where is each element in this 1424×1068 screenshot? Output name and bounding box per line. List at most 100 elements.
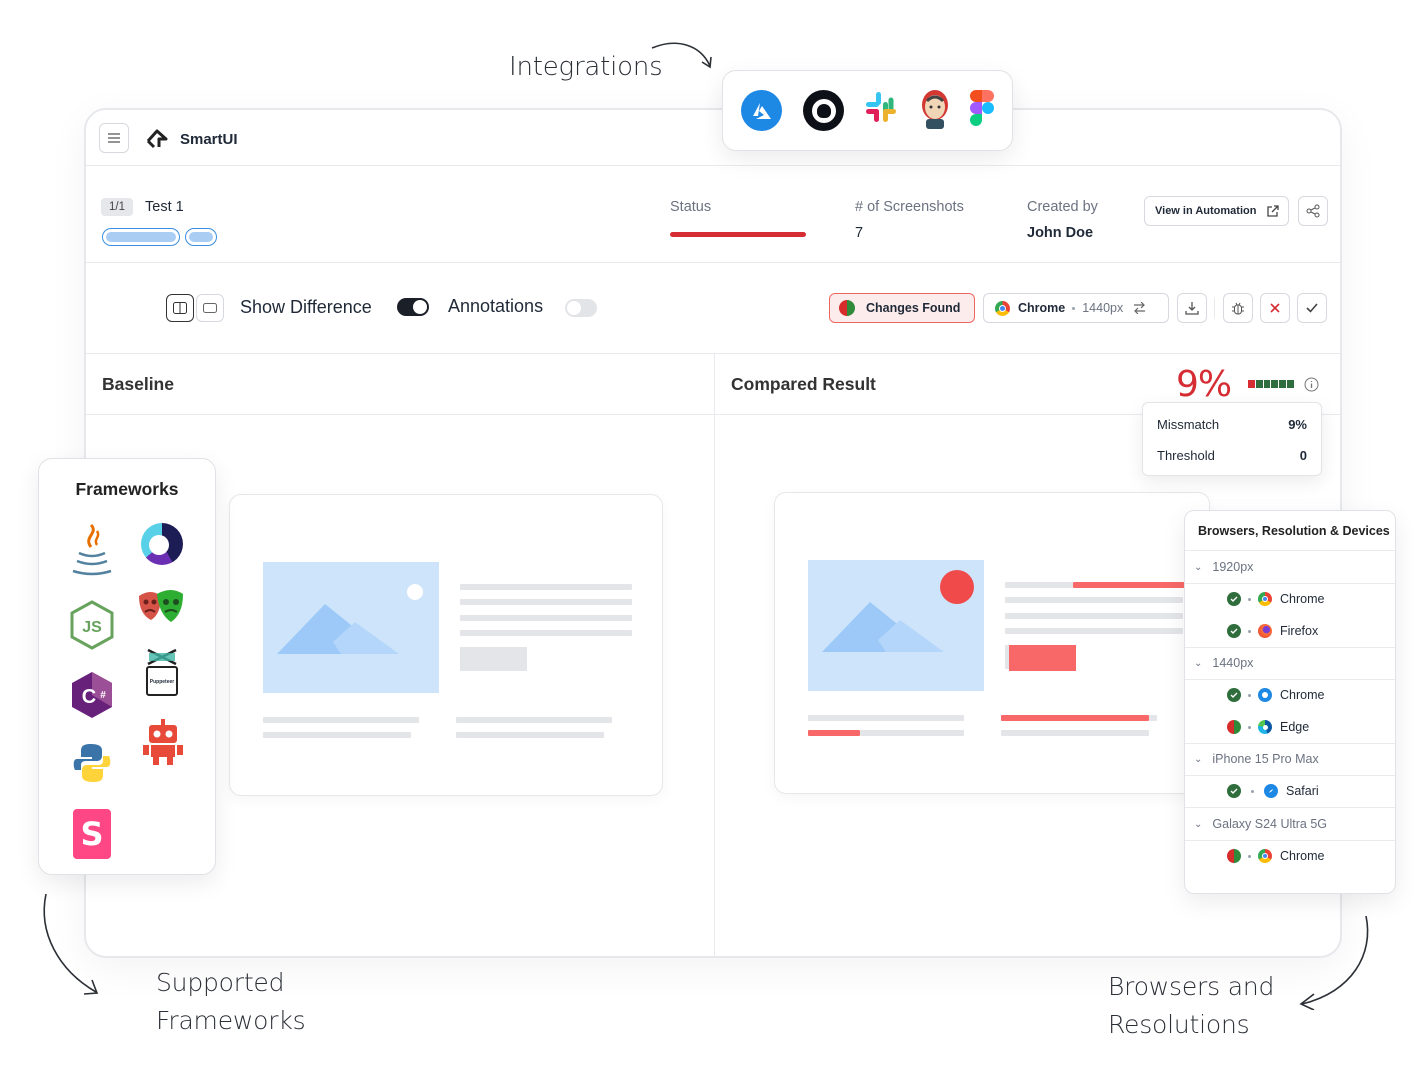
cypress-icon	[141, 523, 183, 565]
changes-found-label: Changes Found	[866, 301, 961, 315]
show-difference-label: Show Difference	[240, 297, 372, 317]
group-galaxy[interactable]: ⌄ Galaxy S24 Ultra 5G	[1185, 808, 1395, 840]
info-divider	[86, 262, 1340, 263]
browser-selector[interactable]: Chrome 1440px	[983, 293, 1169, 323]
robot-framework-icon	[143, 719, 183, 765]
frameworks-panel: Frameworks JS C # Puppeteer S	[38, 458, 216, 875]
nodejs-icon: JS	[70, 600, 114, 650]
mismatch-value: 9%	[1288, 417, 1307, 432]
browser-row[interactable]: Firefox	[1185, 615, 1395, 647]
edge-icon	[1258, 720, 1272, 734]
mismatch-tooltip: Missmatch 9% Threshold 0	[1142, 402, 1322, 476]
browser-label: Chrome	[1018, 301, 1066, 315]
group-1440px[interactable]: ⌄ 1440px	[1185, 647, 1395, 679]
browsers-panel: Browsers, Resolution & Devices ⌄ 1920px C…	[1184, 510, 1396, 894]
browser-row[interactable]: Chrome	[1185, 583, 1395, 615]
browser-row[interactable]: Chrome	[1185, 679, 1395, 711]
frameworks-title: Frameworks	[75, 479, 179, 499]
mismatch-bar	[1248, 380, 1294, 388]
app-name: SmartUI	[180, 131, 238, 148]
split-view-icon	[173, 302, 187, 314]
view-in-automation-label: View in Automation	[1155, 205, 1257, 217]
storybook-icon: S	[73, 809, 111, 859]
group-iphone[interactable]: ⌄ iPhone 15 Pro Max	[1185, 743, 1395, 775]
java-icon	[72, 523, 112, 576]
compared-screenshot	[774, 492, 1210, 794]
mismatch-percentage: 9%	[1176, 364, 1232, 405]
close-icon	[1270, 303, 1280, 313]
image-placeholder	[263, 562, 439, 693]
toolbar-divider-line	[86, 353, 1340, 354]
python-icon	[73, 744, 111, 782]
chrome-icon	[1258, 688, 1272, 702]
browser-row[interactable]: Chrome	[1185, 840, 1395, 872]
test-name: Test 1	[145, 199, 184, 215]
changed-status-icon	[839, 300, 855, 316]
integrations-annotation: Integrations	[509, 52, 663, 82]
github-icon	[803, 90, 844, 131]
annotations-toggle[interactable]	[565, 299, 597, 317]
baseline-screenshot	[229, 494, 663, 796]
smartui-window: SmartUI 1/1 Test 1 Status # of Screensho…	[84, 108, 1342, 958]
info-icon[interactable]	[1304, 377, 1319, 392]
browsers-arrow	[1299, 915, 1369, 1010]
svg-text:JS: JS	[82, 619, 102, 636]
hamburger-icon	[108, 133, 120, 143]
check-icon	[1306, 303, 1318, 313]
external-link-icon	[1267, 204, 1280, 217]
menu-button[interactable]	[99, 123, 129, 153]
browsers-annotation-line1: Browsers and	[1108, 972, 1275, 1001]
browser-row[interactable]: Safari	[1185, 775, 1395, 807]
puppeteer-label: Puppeteer	[149, 679, 175, 685]
approve-button[interactable]	[1297, 293, 1327, 323]
threshold-label: Threshold	[1157, 448, 1215, 463]
report-bug-button[interactable]	[1223, 293, 1253, 323]
changed-status-icon	[1227, 849, 1241, 863]
pass-status-icon	[1227, 688, 1241, 702]
svg-text:#: #	[100, 690, 106, 701]
changes-found-badge: Changes Found	[829, 293, 975, 323]
csharp-icon: C #	[72, 672, 112, 718]
browsers-panel-title: Browsers, Resolution & Devices	[1198, 524, 1390, 538]
browsers-annotation-line2: Resolutions	[1108, 1010, 1250, 1039]
single-view-button[interactable]	[196, 294, 224, 322]
svg-text:C: C	[82, 686, 96, 708]
split-view-button[interactable]	[166, 294, 194, 322]
azure-devops-icon	[741, 90, 782, 131]
figma-icon	[970, 90, 994, 126]
chrome-icon	[1258, 592, 1272, 606]
status-label: Status	[670, 199, 712, 215]
integrations-panel	[722, 70, 1013, 151]
changed-status-icon	[1227, 720, 1241, 734]
smartui-logo-icon	[146, 129, 168, 149]
tag-pill	[185, 228, 217, 246]
view-in-automation-button[interactable]: View in Automation	[1144, 196, 1289, 226]
pass-status-icon	[1227, 592, 1241, 606]
share-button[interactable]	[1298, 196, 1328, 226]
single-view-icon	[203, 303, 217, 313]
view-mode-toggle	[166, 294, 224, 322]
jenkins-icon	[918, 87, 952, 131]
download-button[interactable]	[1177, 293, 1207, 323]
group-1920px[interactable]: ⌄ 1920px	[1185, 551, 1395, 583]
mismatch-label: Missmatch	[1157, 417, 1220, 432]
bug-icon	[1232, 302, 1244, 314]
swap-icon	[1134, 302, 1146, 314]
firefox-icon	[1258, 624, 1272, 638]
share-icon	[1306, 204, 1320, 218]
playwright-icon	[139, 590, 183, 622]
header-divider	[86, 165, 1340, 166]
reject-button[interactable]	[1260, 293, 1290, 323]
browser-row[interactable]: Edge	[1185, 711, 1395, 743]
safari-icon	[1264, 784, 1278, 798]
pass-status-icon	[1227, 784, 1241, 798]
show-difference-toggle[interactable]	[397, 298, 429, 316]
toolbar-divider	[1214, 298, 1215, 318]
chrome-icon	[1258, 849, 1272, 863]
frameworks-arrow	[43, 893, 99, 995]
compare-split	[714, 354, 715, 956]
frameworks-annotation-line1: Supported	[156, 968, 285, 997]
status-bar	[670, 232, 806, 237]
test-counter-badge: 1/1	[101, 198, 133, 216]
slack-icon	[864, 90, 898, 124]
